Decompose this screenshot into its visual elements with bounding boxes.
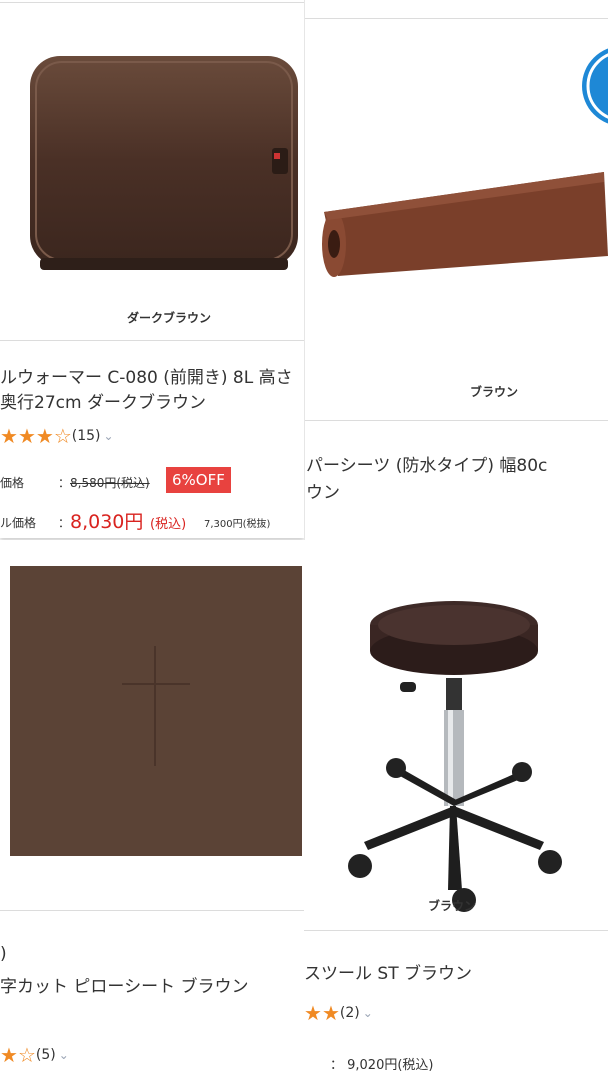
divider xyxy=(304,930,608,931)
list-price: 8,580円(税込) xyxy=(70,476,150,490)
badge-fragment: ) xyxy=(0,944,7,964)
star-filled-icon: ★ xyxy=(321,1001,340,1025)
chevron-down-icon[interactable]: ⌄ xyxy=(104,429,114,443)
product-price: ： 9,020円(税込) xyxy=(330,1058,434,1073)
sale-price-tax: (税込) xyxy=(150,517,187,532)
star-filled-icon: ★ xyxy=(0,424,18,448)
divider xyxy=(0,910,304,911)
sale-price-colon: ： xyxy=(58,516,71,530)
product-image-pillow-sheet[interactable] xyxy=(0,560,304,890)
divider xyxy=(0,340,304,341)
rating-count: (5) xyxy=(35,1047,56,1063)
product-title-line1[interactable]: 字カット ピローシート ブラウン xyxy=(0,975,248,1000)
product-title-line1[interactable]: ルウォーマー C-080 (前開き) 8L 高さ xyxy=(0,366,293,391)
product-image-paper-roll[interactable] xyxy=(304,30,608,370)
rating-stars[interactable]: ★ ★ ★ ☆ (15) ⌄ xyxy=(0,426,114,446)
star-filled-icon: ★ xyxy=(17,424,36,448)
product-card-stool[interactable]: ブラウン スツール ST ブラウン ★ ★ (2) ⌄ ： 9,020円(税込) xyxy=(304,540,608,1080)
rating-count: (15) xyxy=(71,428,101,444)
chevron-down-icon[interactable]: ⌄ xyxy=(59,1048,69,1062)
product-title-line1[interactable]: パーシーツ (防水タイプ) 幅80c xyxy=(306,454,547,479)
variant-caption: ブラウン xyxy=(470,385,519,399)
star-empty-icon: ☆ xyxy=(53,424,72,448)
product-card-pillow-sheet[interactable]: ) 字カット ピローシート ブラウン ★ ☆ (5) ⌄ xyxy=(0,540,304,1080)
rating-stars[interactable]: ★ ★ (2) ⌄ xyxy=(304,1003,373,1023)
star-empty-icon: ☆ xyxy=(17,1043,36,1067)
divider xyxy=(0,2,304,3)
product-card-hot-towel-warmer[interactable]: ダークブラウン ルウォーマー C-080 (前開き) 8L 高さ 奥行27cm … xyxy=(0,0,304,538)
variant-caption: ダークブラウン xyxy=(127,311,212,325)
star-filled-icon: ★ xyxy=(0,1043,18,1067)
divider xyxy=(304,18,608,19)
list-price-colon: ： xyxy=(58,476,71,490)
variant-caption: ブラウン xyxy=(428,899,477,913)
divider xyxy=(304,420,608,421)
product-image-towel-warmer[interactable] xyxy=(0,20,304,320)
rating-stars[interactable]: ★ ☆ (5) ⌄ xyxy=(0,1045,69,1065)
product-card-paper-sheet[interactable]: ブラウン パーシーツ (防水タイプ) 幅80c ウン xyxy=(304,0,608,540)
rating-count: (2) xyxy=(339,1005,360,1021)
sale-price: 8,030円 xyxy=(70,511,144,533)
sale-price-ex-tax: 7,300円(税抜) xyxy=(204,519,271,530)
sale-price-label: ル価格 xyxy=(0,516,37,530)
product-title-line2[interactable]: 奥行27cm ダークブラウン xyxy=(0,391,206,416)
chevron-down-icon[interactable]: ⌄ xyxy=(363,1006,373,1020)
discount-badge: 6%OFF xyxy=(166,467,231,493)
product-title-line1[interactable]: スツール ST ブラウン xyxy=(304,962,472,987)
list-price-label: 価格 xyxy=(0,476,25,490)
star-filled-icon: ★ xyxy=(304,1001,322,1025)
product-title-line2[interactable]: ウン xyxy=(306,481,340,506)
product-image-stool[interactable] xyxy=(304,590,608,930)
star-filled-icon: ★ xyxy=(35,424,54,448)
